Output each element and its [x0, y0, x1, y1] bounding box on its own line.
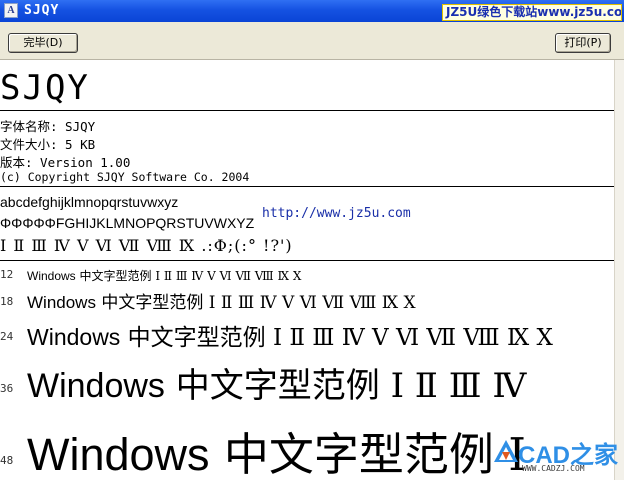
size-label: 18	[0, 295, 14, 308]
divider	[0, 260, 614, 261]
font-name-info: 字体名称: SJQY	[0, 119, 96, 134]
print-button[interactable]: 打印(P)	[555, 33, 611, 53]
cad-logo-watermark: CAD之家 WWW.CADZJ.COM	[492, 432, 622, 480]
sample-text-48: Windows 中文字型范例 Ⅰ	[27, 418, 526, 480]
size-row-12: 12 Windows 中文字型范例 Ⅰ Ⅱ Ⅲ Ⅳ Ⅴ Ⅵ Ⅶ Ⅷ Ⅸ Ⅹ	[0, 264, 614, 284]
title-bar: A SJQY JZ5U绿色下载站www.jz5u.com	[0, 0, 624, 22]
uppercase-sample: ΦΦΦΦΦFGHIJKLMNOPQRSTUVWXYZ	[0, 215, 255, 231]
cad-logo-icon	[494, 440, 518, 462]
font-file-icon: A	[4, 3, 18, 18]
divider	[0, 186, 614, 187]
font-display-name: SJQY	[0, 68, 90, 108]
roman-numeral-sample: Ⅰ Ⅱ Ⅲ Ⅳ Ⅴ Ⅵ Ⅶ Ⅷ Ⅸ Ⅹ	[208, 293, 416, 313]
lowercase-sample: abcdefghijklmnopqrstuvwxyz	[0, 194, 179, 210]
size-row-18: 18 Windows 中文字型范例 Ⅰ Ⅱ Ⅲ Ⅳ Ⅴ Ⅵ Ⅶ Ⅷ Ⅸ Ⅹ	[0, 286, 614, 314]
version-info: 版本: Version 1.00	[0, 155, 131, 170]
site-watermark: JZ5U绿色下载站www.jz5u.com	[442, 4, 622, 21]
file-size-info: 文件大小: 5 KB	[0, 137, 96, 152]
divider	[0, 110, 614, 111]
sample-text-36: Windows 中文字型范例 Ⅰ Ⅱ Ⅲ Ⅳ	[27, 358, 526, 407]
size-label: 48	[0, 454, 14, 467]
latin-sample: Windows	[27, 269, 76, 283]
toolbar: 完毕(D) 打印(P)	[0, 22, 624, 60]
sample-text-18: Windows 中文字型范例 Ⅰ Ⅱ Ⅲ Ⅳ Ⅴ Ⅵ Ⅶ Ⅷ Ⅸ Ⅹ	[27, 288, 416, 313]
size-label: 12	[0, 268, 14, 281]
url-watermark: http://www.jz5u.com	[262, 206, 411, 221]
sample-text-24: Windows 中文字型范例 Ⅰ Ⅱ Ⅲ Ⅳ Ⅴ Ⅵ Ⅶ Ⅷ Ⅸ Ⅹ	[27, 318, 553, 352]
cjk-sample: 中文字型范例	[79, 269, 152, 283]
cjk-sample: 中文字型范例	[175, 366, 380, 406]
symbol-sample: Ⅰ Ⅱ Ⅲ Ⅳ Ⅴ Ⅵ Ⅶ Ⅷ Ⅸ .:Φ;(:° !?')	[0, 236, 293, 255]
latin-sample: Windows	[27, 367, 165, 405]
copyright-info: (c) Copyright SJQY Software Co. 2004	[0, 170, 250, 184]
roman-numeral-sample: Ⅰ Ⅱ Ⅲ Ⅳ Ⅴ Ⅵ Ⅶ Ⅷ Ⅸ Ⅹ	[155, 269, 302, 283]
cjk-sample: 中文字型范例	[223, 428, 494, 480]
font-preview-pane: SJQY 字体名称: SJQY 文件大小: 5 KB 版本: Version 1…	[0, 60, 614, 480]
cjk-sample: 中文字型范例	[101, 293, 204, 313]
latin-sample: Windows	[27, 429, 210, 480]
roman-numeral-sample: Ⅰ Ⅱ Ⅲ Ⅳ Ⅴ Ⅵ Ⅶ Ⅷ Ⅸ Ⅹ	[272, 325, 553, 351]
size-label: 36	[0, 382, 14, 395]
size-row-24: 24 Windows 中文字型范例 Ⅰ Ⅱ Ⅲ Ⅳ Ⅴ Ⅵ Ⅶ Ⅷ Ⅸ Ⅹ	[0, 314, 614, 356]
cad-logo-url: WWW.CADZJ.COM	[522, 464, 585, 473]
done-button[interactable]: 完毕(D)	[8, 33, 78, 53]
size-label: 24	[0, 330, 14, 343]
vertical-scrollbar[interactable]	[614, 60, 624, 480]
window-title: SJQY	[24, 3, 60, 18]
size-row-36: 36 Windows 中文字型范例 Ⅰ Ⅱ Ⅲ Ⅳ	[0, 356, 614, 414]
cjk-sample: 中文字型范例	[127, 325, 266, 351]
roman-numeral-sample: Ⅰ Ⅱ Ⅲ Ⅳ	[390, 366, 527, 406]
latin-sample: Windows	[27, 324, 121, 350]
latin-sample: Windows	[27, 293, 96, 312]
sample-text-12: Windows 中文字型范例 Ⅰ Ⅱ Ⅲ Ⅳ Ⅴ Ⅵ Ⅶ Ⅷ Ⅸ Ⅹ	[27, 267, 301, 284]
